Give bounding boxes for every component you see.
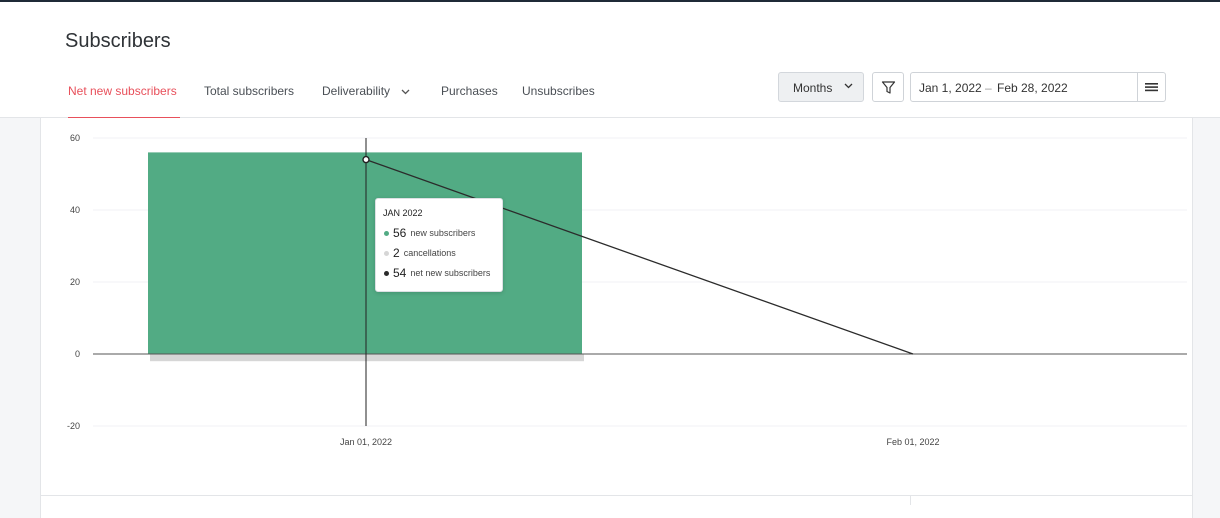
tooltip-value: 56 [393, 226, 407, 240]
legend-dot [384, 230, 389, 236]
tooltip-label: cancellations [403, 248, 456, 258]
bar-cancellations [150, 354, 584, 362]
tooltip-row-new-subscribers: 56 new subscribers [384, 226, 475, 240]
legend-dot [384, 270, 389, 276]
y-tick-label: 0 [75, 349, 80, 359]
y-tick-label: 60 [70, 133, 80, 143]
x-tick-label: Feb 01, 2022 [886, 437, 939, 447]
tooltip-value: 54 [393, 266, 407, 280]
y-tick-label: -20 [67, 421, 80, 431]
chart-tooltip: JAN 2022 56 new subscribers 2 cancellation… [375, 198, 503, 292]
data-point-net-new-subscribers [362, 155, 370, 164]
tooltip-label: net new subscribers [410, 268, 491, 278]
tooltip-row-net-new-subscribers: 54 net new subscribers [384, 266, 490, 280]
bar-new-subscribers [148, 152, 582, 354]
legend-dot [384, 250, 389, 256]
subscribers-chart: 60 40 20 0 -20 Jan 01, 2022 Feb 01, 2022 [67, 133, 1187, 447]
tooltip-row-cancellations: 2 cancellations [384, 246, 456, 260]
card-divider [40, 495, 1192, 496]
card-split [910, 496, 911, 505]
tooltip-title: JAN 2022 [383, 208, 423, 218]
y-tick-label: 20 [70, 277, 80, 287]
y-tick-label: 40 [70, 205, 80, 215]
tooltip-label: new subscribers [410, 228, 476, 238]
x-tick-label: Jan 01, 2022 [340, 437, 392, 447]
tooltip-value: 2 [393, 246, 400, 260]
